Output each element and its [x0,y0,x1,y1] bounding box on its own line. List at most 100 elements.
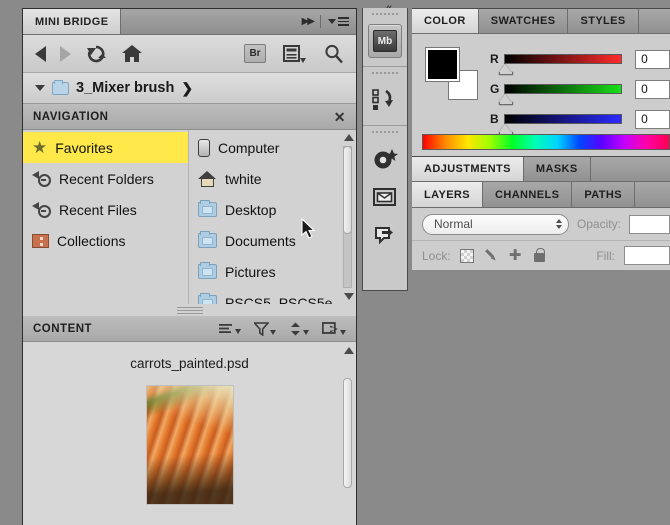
chevron-down-icon[interactable] [35,85,45,91]
navigation-scrollbar[interactable] [341,133,354,301]
dock-grip-icon[interactable] [371,71,399,76]
file-label[interactable]: carrots_painted.psd [23,342,356,371]
panel-dock: Mb [362,8,408,291]
breadcrumb-chevron-icon[interactable]: ❯ [181,80,193,97]
slider-row-blue: B 0 [490,104,670,135]
red-value-field[interactable]: 0 [635,49,670,69]
sidebar-item-favorites[interactable]: ★ Favorites [23,132,188,163]
list-item-label: Pictures [225,263,276,280]
tab-layers[interactable]: LAYERS [412,182,484,207]
dock-grip-icon[interactable] [371,130,399,135]
tab-masks[interactable]: MASKS [524,157,591,181]
sidebar-item-collections[interactable]: Collections [23,225,188,256]
export-icon[interactable] [322,322,346,336]
scroll-thumb[interactable] [343,378,352,488]
filter-icon[interactable] [254,322,276,336]
tab-adjustments[interactable]: ADJUSTMENTS [412,157,524,181]
list-item-pscs5[interactable]: PSCS5_PSCS5e [189,287,356,304]
sidebar-item-recent-files[interactable]: Recent Files [23,194,188,225]
dock-button-kuler[interactable] [368,142,402,176]
dock-button-notes[interactable] [368,180,402,214]
red-slider[interactable] [498,54,623,75]
content-scrollbar[interactable] [341,346,354,521]
star-icon: ★ [32,138,48,157]
tab-mini-bridge[interactable]: MINI BRIDGE [23,9,122,34]
tab-color[interactable]: COLOR [412,9,479,33]
list-item-desktop[interactable]: Desktop [189,194,356,225]
notes-mail-icon [373,188,396,206]
folder-icon [198,231,217,248]
tab-paths[interactable]: PATHS [572,182,635,207]
dock-group-3 [363,126,407,260]
list-item-computer[interactable]: Computer [189,132,356,163]
scroll-up-icon[interactable] [344,347,354,354]
list-item-pictures[interactable]: Pictures [189,256,356,287]
refresh-icon[interactable] [85,44,107,64]
tab-swatches[interactable]: SWATCHES [479,9,569,33]
list-item-label: Desktop [225,201,277,218]
navigation-body: ★ Favorites Recent Folders Recent Files … [23,130,356,304]
history-icon [372,89,393,110]
dock-grip-icon[interactable] [371,12,399,17]
lock-position-icon[interactable]: ✚ [508,248,523,263]
lock-row: Lock: ✚ Fill: [412,240,670,270]
search-icon[interactable] [324,44,344,64]
green-slider[interactable] [498,84,623,105]
navigation-right-list: Computer twhite Desktop Documents Pictur… [189,130,356,304]
blue-slider-knob[interactable] [498,124,513,135]
tab-channels[interactable]: CHANNELS [483,182,573,207]
back-arrow-icon[interactable] [35,45,46,62]
recent-clock-icon [32,201,51,218]
chevron-updown-icon[interactable] [555,219,562,229]
lock-image-icon[interactable] [484,248,499,263]
opacity-input[interactable] [628,214,670,234]
recent-clock-icon [32,170,51,187]
tab-styles[interactable]: STYLES [568,9,639,33]
red-slider-knob[interactable] [498,64,513,75]
fill-input[interactable] [624,246,670,265]
forward-arrow-icon[interactable] [60,45,71,62]
lock-all-icon[interactable] [532,247,547,263]
dock-button-share[interactable] [368,218,402,252]
home-icon[interactable] [121,44,143,63]
mouse-cursor [301,218,316,239]
breadcrumb-folder-label[interactable]: 3_Mixer brush [76,80,174,96]
dock-group-1: Mb [363,8,407,67]
green-value-field[interactable]: 0 [635,79,670,99]
close-icon[interactable]: ✕ [334,110,346,124]
list-item-documents[interactable]: Documents [189,225,356,256]
adjustments-panel-tabs: ADJUSTMENTS MASKS [412,156,670,182]
sidebar-item-recent-folders[interactable]: Recent Folders [23,163,188,194]
content-body: carrots_painted.psd [23,342,356,525]
dock-button-history[interactable] [368,83,402,117]
foreground-color-swatch[interactable] [425,47,460,82]
scroll-up-icon[interactable] [344,134,354,141]
scroll-down-icon[interactable] [344,293,354,300]
slider-row-red: R 0 [490,44,670,75]
list-item-twhite[interactable]: twhite [189,163,356,194]
panel-menu-icon[interactable] [328,17,349,26]
blend-mode-select[interactable]: Normal [422,213,569,235]
folder-icon [198,200,217,217]
panel-resize-grip[interactable] [23,304,356,316]
bridge-button[interactable]: Br [244,44,266,63]
mini-bridge-icon: Mb [373,30,397,52]
panel-view-icon[interactable] [283,44,307,64]
green-slider-knob[interactable] [498,94,513,105]
dock-group-2 [363,67,407,126]
blue-value-field[interactable]: 0 [635,109,670,129]
view-list-icon[interactable] [219,323,241,335]
color-spectrum-ramp[interactable] [422,134,670,150]
expand-arrows-icon[interactable]: ▶▶ [302,16,315,27]
dock-button-mini-bridge[interactable]: Mb [368,24,402,58]
lock-transparency-icon[interactable] [460,248,475,263]
blend-mode-row: Normal Opacity: [412,208,670,240]
folder-icon [198,293,217,304]
scroll-thumb[interactable] [343,146,352,234]
file-thumbnail[interactable] [145,385,234,505]
folder-icon [52,79,69,95]
blue-slider[interactable] [498,114,623,135]
folder-icon [198,262,217,279]
sort-icon[interactable] [289,322,309,336]
breadcrumb[interactable]: 3_Mixer brush ❯ [23,73,356,104]
